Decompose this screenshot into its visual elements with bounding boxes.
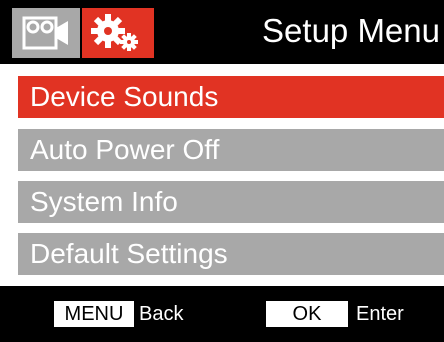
ok-key-button[interactable]: OK — [266, 301, 348, 327]
tab-setup[interactable] — [82, 8, 154, 58]
tab-video[interactable] — [12, 8, 80, 58]
header-bar: Setup Menu — [0, 0, 444, 64]
back-hint-label: Back — [139, 303, 184, 325]
menu-key-button[interactable]: MENU — [54, 301, 134, 327]
menu-item-device-sounds[interactable]: Device Sounds — [18, 76, 444, 118]
dashcam-screen: Setup Menu Device Sounds Auto Power Off … — [0, 0, 444, 342]
page-title: Setup Menu — [262, 12, 440, 49]
setup-menu-list: Device Sounds Auto Power Off System Info… — [0, 64, 444, 286]
menu-item-auto-power-off[interactable]: Auto Power Off — [18, 129, 444, 171]
video-camera-icon — [22, 16, 68, 50]
gears-icon — [91, 14, 138, 51]
enter-hint-label: Enter — [356, 303, 404, 325]
menu-item-system-info[interactable]: System Info — [18, 181, 444, 223]
footer-bar: MENU Back OK Enter — [0, 286, 444, 342]
menu-item-default-settings[interactable]: Default Settings — [18, 233, 444, 275]
